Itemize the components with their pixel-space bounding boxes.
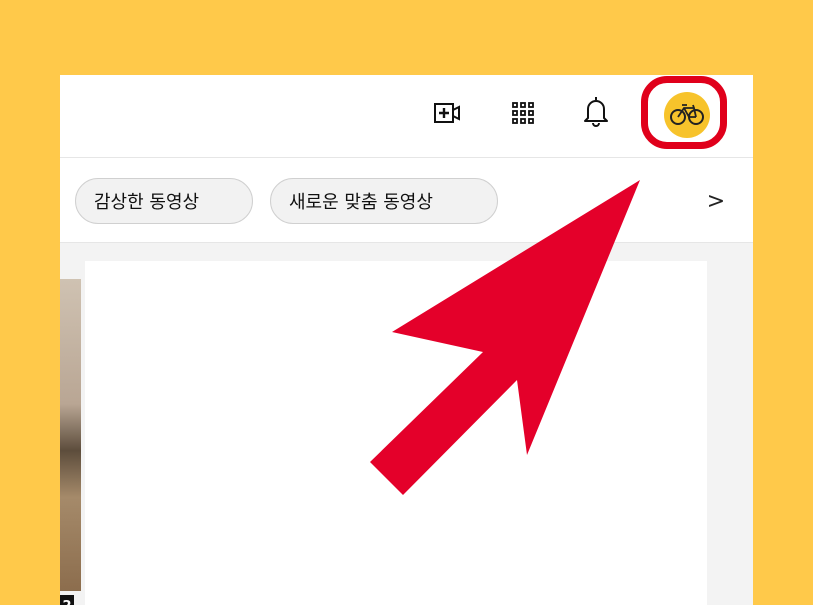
content-area: 2 [60, 243, 753, 605]
chip-bar: 감상한 동영상 새로운 맞춤 동영상 > [60, 158, 753, 243]
blank-card [85, 261, 707, 605]
top-bar [60, 75, 753, 158]
chevron-right-icon: > [706, 188, 726, 214]
chip-new-for-you[interactable]: 새로운 맞춤 동영상 [270, 178, 498, 224]
youtube-window: 감상한 동영상 새로운 맞춤 동영상 > 2 [60, 75, 753, 605]
video-thumbnail-partial[interactable]: 2 [60, 279, 81, 605]
video-plus-icon [433, 101, 463, 129]
chip-watched-videos[interactable]: 감상한 동영상 [75, 178, 253, 224]
create-video-button[interactable] [430, 97, 466, 133]
notifications-button[interactable] [578, 95, 614, 131]
account-avatar-button[interactable] [662, 90, 712, 140]
bicycle-icon [669, 100, 705, 130]
bell-icon [582, 94, 610, 132]
avatar [664, 92, 710, 138]
thumbnail-badge: 2 [60, 595, 74, 605]
apps-grid-icon [511, 101, 535, 129]
chips-next-button[interactable]: > [701, 186, 731, 216]
apps-button[interactable] [505, 97, 541, 133]
